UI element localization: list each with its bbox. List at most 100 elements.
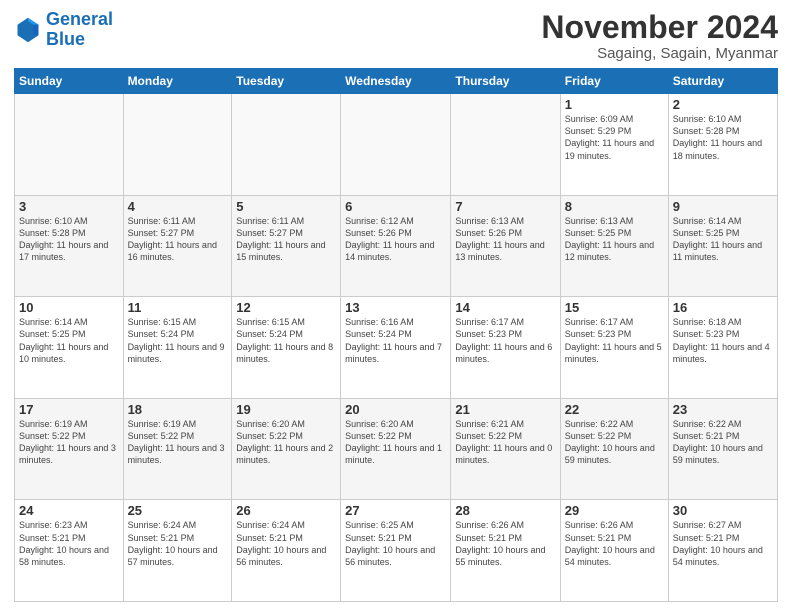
header-sunday: Sunday (15, 69, 124, 94)
day-number: 1 (565, 97, 664, 112)
day-info: Sunrise: 6:26 AM Sunset: 5:21 PM Dayligh… (455, 519, 555, 568)
day-info: Sunrise: 6:20 AM Sunset: 5:22 PM Dayligh… (236, 418, 336, 467)
day-number: 28 (455, 503, 555, 518)
header-thursday: Thursday (451, 69, 560, 94)
day-info: Sunrise: 6:11 AM Sunset: 5:27 PM Dayligh… (128, 215, 228, 264)
day-info: Sunrise: 6:11 AM Sunset: 5:27 PM Dayligh… (236, 215, 336, 264)
week-row-2: 10Sunrise: 6:14 AM Sunset: 5:25 PM Dayli… (15, 297, 778, 399)
week-row-1: 3Sunrise: 6:10 AM Sunset: 5:28 PM Daylig… (15, 195, 778, 297)
header-monday: Monday (123, 69, 232, 94)
day-number: 13 (345, 300, 446, 315)
top-section: General Blue November 2024 Sagaing, Saga… (14, 10, 778, 62)
header-friday: Friday (560, 69, 668, 94)
header-wednesday: Wednesday (341, 69, 451, 94)
day-info: Sunrise: 6:17 AM Sunset: 5:23 PM Dayligh… (565, 316, 664, 365)
calendar-cell: 23Sunrise: 6:22 AM Sunset: 5:21 PM Dayli… (668, 398, 777, 500)
calendar-cell: 8Sunrise: 6:13 AM Sunset: 5:25 PM Daylig… (560, 195, 668, 297)
header-saturday: Saturday (668, 69, 777, 94)
day-info: Sunrise: 6:15 AM Sunset: 5:24 PM Dayligh… (236, 316, 336, 365)
calendar-cell: 15Sunrise: 6:17 AM Sunset: 5:23 PM Dayli… (560, 297, 668, 399)
week-row-3: 17Sunrise: 6:19 AM Sunset: 5:22 PM Dayli… (15, 398, 778, 500)
calendar-cell (232, 94, 341, 196)
calendar-table: SundayMondayTuesdayWednesdayThursdayFrid… (14, 68, 778, 602)
day-number: 7 (455, 199, 555, 214)
title-section: November 2024 Sagaing, Sagain, Myanmar (541, 10, 778, 62)
header-tuesday: Tuesday (232, 69, 341, 94)
day-number: 6 (345, 199, 446, 214)
calendar-cell: 9Sunrise: 6:14 AM Sunset: 5:25 PM Daylig… (668, 195, 777, 297)
day-number: 24 (19, 503, 119, 518)
day-info: Sunrise: 6:14 AM Sunset: 5:25 PM Dayligh… (673, 215, 773, 264)
day-info: Sunrise: 6:21 AM Sunset: 5:22 PM Dayligh… (455, 418, 555, 467)
day-info: Sunrise: 6:10 AM Sunset: 5:28 PM Dayligh… (19, 215, 119, 264)
calendar-body: 1Sunrise: 6:09 AM Sunset: 5:29 PM Daylig… (15, 94, 778, 602)
logo-icon (14, 16, 42, 44)
logo-line1: General (46, 9, 113, 29)
day-info: Sunrise: 6:10 AM Sunset: 5:28 PM Dayligh… (673, 113, 773, 162)
logo-text: General Blue (46, 10, 113, 50)
day-number: 18 (128, 402, 228, 417)
calendar-cell (341, 94, 451, 196)
day-number: 4 (128, 199, 228, 214)
day-info: Sunrise: 6:20 AM Sunset: 5:22 PM Dayligh… (345, 418, 446, 467)
day-number: 23 (673, 402, 773, 417)
day-number: 29 (565, 503, 664, 518)
day-number: 2 (673, 97, 773, 112)
day-info: Sunrise: 6:19 AM Sunset: 5:22 PM Dayligh… (19, 418, 119, 467)
day-info: Sunrise: 6:19 AM Sunset: 5:22 PM Dayligh… (128, 418, 228, 467)
week-row-0: 1Sunrise: 6:09 AM Sunset: 5:29 PM Daylig… (15, 94, 778, 196)
calendar-cell: 11Sunrise: 6:15 AM Sunset: 5:24 PM Dayli… (123, 297, 232, 399)
day-info: Sunrise: 6:22 AM Sunset: 5:21 PM Dayligh… (673, 418, 773, 467)
day-number: 25 (128, 503, 228, 518)
day-info: Sunrise: 6:18 AM Sunset: 5:23 PM Dayligh… (673, 316, 773, 365)
day-number: 19 (236, 402, 336, 417)
calendar-cell: 14Sunrise: 6:17 AM Sunset: 5:23 PM Dayli… (451, 297, 560, 399)
logo: General Blue (14, 10, 113, 50)
day-info: Sunrise: 6:27 AM Sunset: 5:21 PM Dayligh… (673, 519, 773, 568)
day-number: 20 (345, 402, 446, 417)
calendar-cell: 28Sunrise: 6:26 AM Sunset: 5:21 PM Dayli… (451, 500, 560, 602)
week-row-4: 24Sunrise: 6:23 AM Sunset: 5:21 PM Dayli… (15, 500, 778, 602)
day-number: 3 (19, 199, 119, 214)
calendar-header: SundayMondayTuesdayWednesdayThursdayFrid… (15, 69, 778, 94)
day-number: 10 (19, 300, 119, 315)
day-info: Sunrise: 6:24 AM Sunset: 5:21 PM Dayligh… (236, 519, 336, 568)
day-number: 9 (673, 199, 773, 214)
day-number: 11 (128, 300, 228, 315)
calendar-cell: 18Sunrise: 6:19 AM Sunset: 5:22 PM Dayli… (123, 398, 232, 500)
day-number: 14 (455, 300, 555, 315)
day-number: 16 (673, 300, 773, 315)
calendar-cell: 26Sunrise: 6:24 AM Sunset: 5:21 PM Dayli… (232, 500, 341, 602)
calendar-cell: 5Sunrise: 6:11 AM Sunset: 5:27 PM Daylig… (232, 195, 341, 297)
day-number: 8 (565, 199, 664, 214)
calendar-cell: 17Sunrise: 6:19 AM Sunset: 5:22 PM Dayli… (15, 398, 124, 500)
day-info: Sunrise: 6:17 AM Sunset: 5:23 PM Dayligh… (455, 316, 555, 365)
calendar-cell: 27Sunrise: 6:25 AM Sunset: 5:21 PM Dayli… (341, 500, 451, 602)
day-number: 22 (565, 402, 664, 417)
logo-line2: Blue (46, 29, 85, 49)
calendar-cell (451, 94, 560, 196)
day-number: 30 (673, 503, 773, 518)
calendar-cell (15, 94, 124, 196)
header-row: SundayMondayTuesdayWednesdayThursdayFrid… (15, 69, 778, 94)
calendar-cell: 19Sunrise: 6:20 AM Sunset: 5:22 PM Dayli… (232, 398, 341, 500)
calendar-cell: 21Sunrise: 6:21 AM Sunset: 5:22 PM Dayli… (451, 398, 560, 500)
day-number: 5 (236, 199, 336, 214)
day-info: Sunrise: 6:14 AM Sunset: 5:25 PM Dayligh… (19, 316, 119, 365)
calendar-cell: 22Sunrise: 6:22 AM Sunset: 5:22 PM Dayli… (560, 398, 668, 500)
calendar-cell: 10Sunrise: 6:14 AM Sunset: 5:25 PM Dayli… (15, 297, 124, 399)
day-info: Sunrise: 6:26 AM Sunset: 5:21 PM Dayligh… (565, 519, 664, 568)
calendar-cell: 6Sunrise: 6:12 AM Sunset: 5:26 PM Daylig… (341, 195, 451, 297)
day-info: Sunrise: 6:09 AM Sunset: 5:29 PM Dayligh… (565, 113, 664, 162)
calendar-cell: 25Sunrise: 6:24 AM Sunset: 5:21 PM Dayli… (123, 500, 232, 602)
day-info: Sunrise: 6:13 AM Sunset: 5:25 PM Dayligh… (565, 215, 664, 264)
day-number: 12 (236, 300, 336, 315)
day-info: Sunrise: 6:16 AM Sunset: 5:24 PM Dayligh… (345, 316, 446, 365)
day-info: Sunrise: 6:25 AM Sunset: 5:21 PM Dayligh… (345, 519, 446, 568)
subtitle: Sagaing, Sagain, Myanmar (541, 45, 778, 62)
calendar-cell: 4Sunrise: 6:11 AM Sunset: 5:27 PM Daylig… (123, 195, 232, 297)
day-info: Sunrise: 6:13 AM Sunset: 5:26 PM Dayligh… (455, 215, 555, 264)
calendar-cell: 2Sunrise: 6:10 AM Sunset: 5:28 PM Daylig… (668, 94, 777, 196)
calendar-cell: 16Sunrise: 6:18 AM Sunset: 5:23 PM Dayli… (668, 297, 777, 399)
calendar-cell: 3Sunrise: 6:10 AM Sunset: 5:28 PM Daylig… (15, 195, 124, 297)
